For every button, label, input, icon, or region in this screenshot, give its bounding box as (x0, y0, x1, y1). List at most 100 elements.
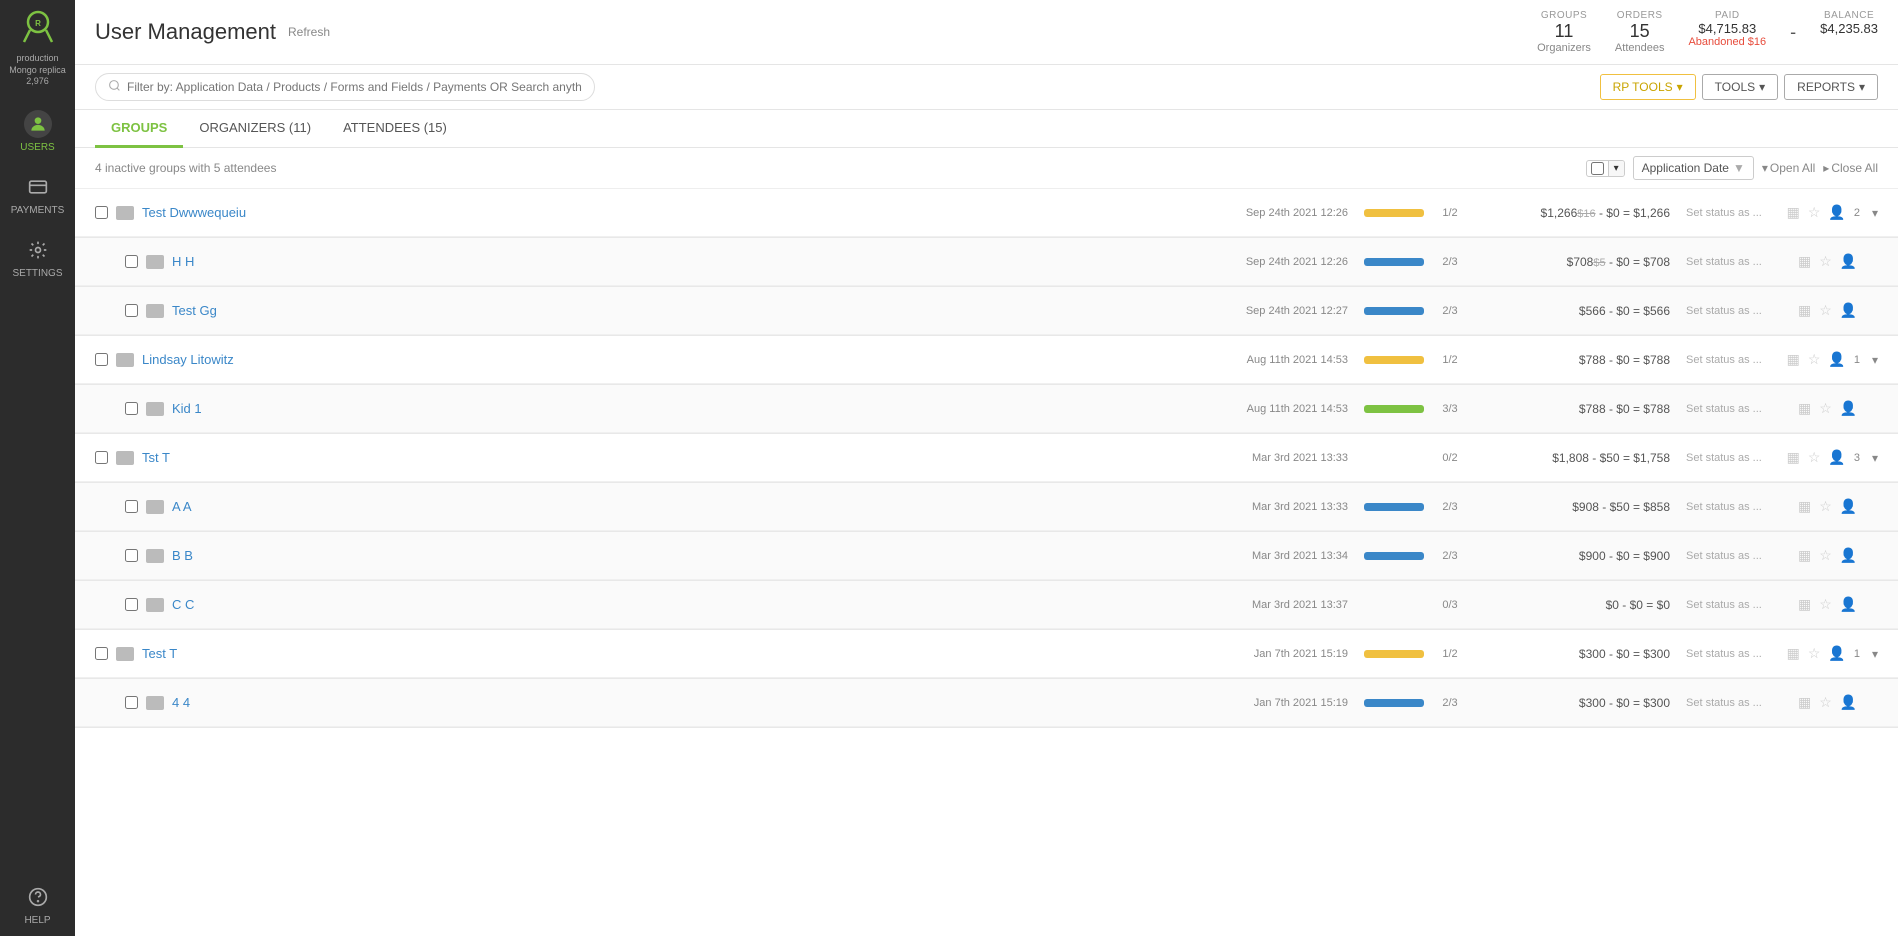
document-icon[interactable]: ▦ (1787, 645, 1800, 662)
document-icon[interactable]: ▦ (1787, 204, 1800, 221)
star-icon[interactable]: ☆ (1819, 253, 1832, 270)
sidebar-item-help[interactable]: HELP (0, 873, 75, 936)
document-icon[interactable]: ▦ (1798, 400, 1811, 417)
group-name[interactable]: Tst T (142, 450, 262, 465)
set-status[interactable]: Set status as ... (1686, 697, 1786, 709)
row-checkbox[interactable] (125, 255, 138, 268)
expand-button[interactable]: ▾ (1872, 647, 1878, 661)
status-bar (1364, 307, 1424, 315)
group-name[interactable]: Test Gg (172, 303, 292, 318)
search-input[interactable] (127, 80, 582, 94)
status-bar (1364, 650, 1424, 658)
document-icon[interactable]: ▦ (1798, 694, 1811, 711)
group-name[interactable]: Lindsay Litowitz (142, 352, 262, 367)
tab-groups[interactable]: GROUPS (95, 110, 183, 148)
group-name[interactable]: B B (172, 548, 292, 563)
document-icon[interactable]: ▦ (1787, 351, 1800, 368)
person-icon[interactable]: 👤 (1840, 253, 1857, 270)
set-status[interactable]: Set status as ... (1686, 305, 1786, 317)
row-checkbox[interactable] (125, 500, 138, 513)
person-icon[interactable]: 👤 (1840, 547, 1857, 564)
group-name[interactable]: H H (172, 254, 292, 269)
star-icon[interactable]: ☆ (1808, 351, 1821, 368)
close-all-button[interactable]: ▸ Close All (1823, 161, 1878, 175)
set-status[interactable]: Set status as ... (1686, 354, 1786, 366)
reports-button[interactable]: REPORTS ▾ (1784, 74, 1878, 100)
person-icon[interactable]: 👤 (1828, 449, 1845, 466)
person-icon[interactable]: 👤 (1828, 351, 1845, 368)
status-bar (1364, 209, 1424, 217)
star-icon[interactable]: ☆ (1819, 596, 1832, 613)
document-icon[interactable]: ▦ (1787, 449, 1800, 466)
set-status[interactable]: Set status as ... (1686, 207, 1786, 219)
row-actions: ▦ ☆ 👤 1▾ (1798, 645, 1878, 662)
rp-tools-button[interactable]: RP TOOLS ▾ (1600, 74, 1696, 100)
group-name[interactable]: C C (172, 597, 292, 612)
person-icon[interactable]: 👤 (1840, 400, 1857, 417)
document-icon[interactable]: ▦ (1798, 253, 1811, 270)
set-status[interactable]: Set status as ... (1686, 403, 1786, 415)
set-status[interactable]: Set status as ... (1686, 550, 1786, 562)
document-icon[interactable]: ▦ (1798, 498, 1811, 515)
row-checkbox[interactable] (125, 696, 138, 709)
person-icon[interactable]: 👤 (1840, 302, 1857, 319)
person-icon[interactable]: 👤 (1828, 204, 1845, 221)
sort-dropdown[interactable]: Application Date ▼ (1633, 156, 1754, 180)
star-icon[interactable]: ☆ (1808, 204, 1821, 221)
star-icon[interactable]: ☆ (1808, 449, 1821, 466)
attendee-count: 3 (1854, 452, 1860, 464)
row-checkbox[interactable] (95, 353, 108, 366)
row-checkbox[interactable] (95, 451, 108, 464)
group-name[interactable]: Test T (142, 646, 262, 661)
star-icon[interactable]: ☆ (1819, 547, 1832, 564)
expand-button[interactable]: ▾ (1872, 206, 1878, 220)
person-icon[interactable]: 👤 (1840, 694, 1857, 711)
set-status[interactable]: Set status as ... (1686, 648, 1786, 660)
person-icon[interactable]: 👤 (1840, 498, 1857, 515)
group-name[interactable]: A A (172, 499, 292, 514)
set-status[interactable]: Set status as ... (1686, 452, 1786, 464)
svg-text:R: R (35, 19, 41, 28)
expand-button[interactable]: ▾ (1872, 451, 1878, 465)
person-icon[interactable]: 👤 (1840, 596, 1857, 613)
group-name[interactable]: Kid 1 (172, 401, 292, 416)
document-icon[interactable]: ▦ (1798, 302, 1811, 319)
document-icon[interactable]: ▦ (1798, 596, 1811, 613)
group-name[interactable]: Test Dwwwequeiu (142, 205, 262, 220)
document-icon[interactable]: ▦ (1798, 547, 1811, 564)
financials: $300 - $0 = $300 (1480, 647, 1670, 661)
row-checkbox[interactable] (95, 647, 108, 660)
open-all-button[interactable]: ▾ Open All (1762, 161, 1815, 175)
select-all-dropdown-btn[interactable]: ▾ (1608, 161, 1624, 176)
star-icon[interactable]: ☆ (1819, 302, 1832, 319)
sidebar-item-users[interactable]: USERS (0, 100, 75, 163)
row-checkbox[interactable] (125, 304, 138, 317)
tools-button[interactable]: TOOLS ▾ (1702, 74, 1779, 100)
set-status[interactable]: Set status as ... (1686, 256, 1786, 268)
sidebar-logo[interactable]: R (16, 8, 60, 47)
person-icon[interactable]: 👤 (1828, 645, 1845, 662)
group-name[interactable]: 4 4 (172, 695, 292, 710)
search-bar[interactable] (95, 73, 595, 101)
row-checkbox[interactable] (125, 598, 138, 611)
sidebar-item-payments[interactable]: PAYMENTS (0, 163, 75, 226)
sidebar-item-settings[interactable]: SETTINGS (0, 226, 75, 289)
toolbar: RP TOOLS ▾ TOOLS ▾ REPORTS ▾ (75, 65, 1898, 110)
star-icon[interactable]: ☆ (1808, 645, 1821, 662)
group-folder-icon (146, 696, 164, 710)
star-icon[interactable]: ☆ (1819, 498, 1832, 515)
refresh-button[interactable]: Refresh (288, 25, 330, 39)
row-checkbox[interactable] (95, 206, 108, 219)
set-status[interactable]: Set status as ... (1686, 501, 1786, 513)
expand-button[interactable]: ▾ (1872, 353, 1878, 367)
star-icon[interactable]: ☆ (1819, 400, 1832, 417)
tab-attendees[interactable]: ATTENDEES (15) (327, 110, 463, 148)
star-icon[interactable]: ☆ (1819, 694, 1832, 711)
row-checkbox[interactable] (125, 402, 138, 415)
sort-funnel-icon: ▼ (1733, 161, 1745, 175)
row-checkbox[interactable] (125, 549, 138, 562)
financials: $708$5 - $0 = $708 (1480, 255, 1670, 269)
set-status[interactable]: Set status as ... (1686, 599, 1786, 611)
select-all-checkbox[interactable] (1591, 162, 1604, 175)
tab-organizers[interactable]: ORGANIZERS (11) (183, 110, 327, 148)
